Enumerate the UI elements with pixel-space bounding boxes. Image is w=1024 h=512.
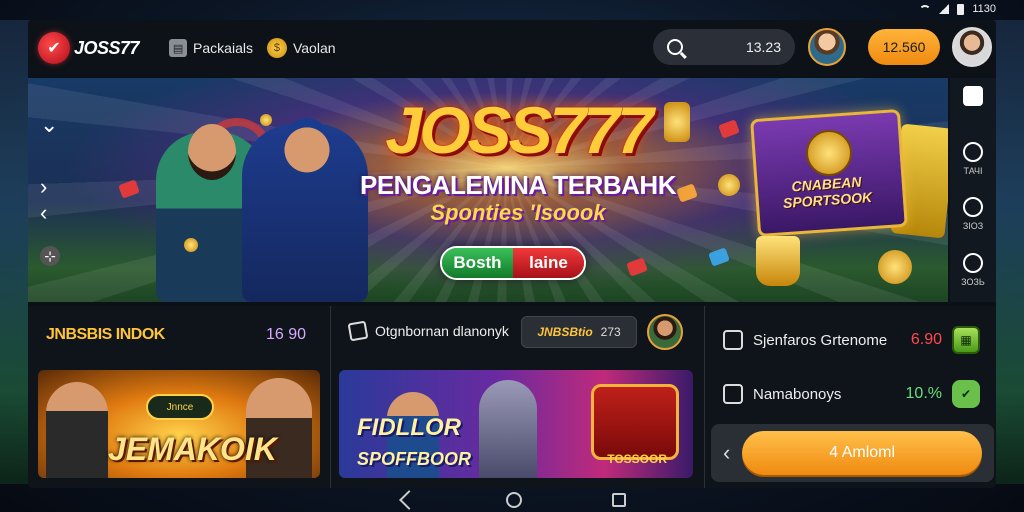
coin-icon: $ (266, 38, 287, 58)
section-stats: Sjenfaros Grtenome 6.90 ▦ Namabonoys 10.… (704, 306, 996, 488)
section-heading: Otgnbornan dlanonyk (347, 320, 509, 342)
search-value: 13.23 (745, 39, 781, 55)
stadium-backdrop-right (994, 20, 1024, 484)
app-window: ✔ JOSS77 ▤ Packaials $ Vaolan 13.23 12.5… (28, 20, 996, 488)
rail-label: ЗОЗЬ (961, 276, 985, 287)
athlete-head (282, 118, 332, 176)
hero-prev-icon[interactable]: ‹ (40, 200, 47, 226)
compass-icon (963, 252, 983, 273)
rail-item-2[interactable]: ЗІОЗ (963, 197, 983, 247)
right-rail: ТАЧІ ЗІОЗ ЗОЗЬ (950, 78, 996, 302)
stat-icon (723, 330, 743, 350)
signal-icon (939, 4, 950, 14)
hero-title: JOSS777 (385, 93, 653, 167)
player-avatar[interactable] (808, 28, 846, 66)
primary-action-button[interactable]: 4 Amloml (742, 431, 982, 475)
top-header: ✔ JOSS77 ▤ Packaials $ Vaolan 13.23 12.5… (28, 20, 996, 76)
filter-chip[interactable]: JNBSBtio 273 (521, 316, 637, 348)
rail-item-1[interactable]: ТАЧІ (963, 141, 983, 192)
android-nav-bar (0, 488, 1024, 512)
rail-item-home[interactable] (963, 86, 983, 136)
action-bar: ‹ 4 Amloml (711, 424, 994, 482)
cta-left-label: Bosth (442, 248, 513, 278)
header-nav: ▤ Packaials $ Vaolan (169, 38, 336, 58)
nav-item-vaolan[interactable]: $ Vaolan (266, 38, 336, 58)
coin-decoration (718, 174, 740, 196)
nav-back-icon[interactable] (399, 490, 419, 510)
badge-icon: ▦ (952, 326, 980, 354)
hero-cta-button[interactable]: Bosth laine (440, 246, 586, 280)
coin-decoration (184, 238, 198, 252)
rail-label: ТАЧІ (963, 165, 983, 176)
section-featured: JNBSBIS INDOK 16 90 Jnnce JEMAKOIK (28, 306, 326, 488)
status-time: 1130 (972, 3, 996, 15)
timer-icon (963, 197, 983, 217)
stat-value: 10.% (905, 385, 942, 402)
stat-value: 6.90 (910, 331, 942, 348)
check-badge-icon: ✔ (952, 380, 980, 408)
nav-item-packages[interactable]: ▤ Packaials (169, 39, 253, 57)
slot-machine-icon (591, 384, 679, 460)
stat-row[interactable]: Namabonoys 10.% ✔ (723, 380, 980, 408)
tile-badge: Jnnce (146, 394, 214, 420)
search-icon (667, 39, 683, 55)
edit-icon (347, 320, 369, 342)
coin-emblem-icon (806, 130, 852, 176)
nav-item-label: Vaolan (292, 40, 336, 56)
tile-label: JEMAKOIK (108, 431, 277, 467)
logo-icon: ✔ (38, 32, 70, 64)
hero-pin-icon[interactable]: ⊹ (40, 246, 60, 266)
nav-home-icon[interactable] (506, 492, 522, 508)
game-tile[interactable]: Jnnce JEMAKOIK (38, 370, 320, 478)
logo[interactable]: ✔ JOSS77 (38, 32, 140, 64)
section-title: JNBSBIS INDOK (46, 326, 165, 343)
coin-decoration (878, 250, 912, 284)
android-status-bar: 1130 (884, 0, 1024, 18)
logo-text: JOSS77 (74, 37, 140, 58)
stat-label: Namabonoys (753, 385, 842, 403)
section-sportsbook: Otgnbornan dlanonyk JNBSBtio 273 FIDLLOR… (330, 306, 700, 488)
rail-item-3[interactable]: ЗОЗЬ (961, 252, 985, 303)
search-bar[interactable]: 13.23 (653, 29, 795, 65)
hero-tagline: Sponties 'Isoook (430, 200, 606, 225)
profile-avatar[interactable] (952, 27, 992, 67)
stat-icon (723, 384, 743, 404)
nav-recents-icon[interactable] (612, 493, 626, 507)
section-avatar[interactable] (647, 314, 683, 350)
machine-label: TOSSOOR (607, 452, 667, 466)
stat-label: Sjenfaros Grtenome (753, 331, 888, 349)
balance-button[interactable]: 12.560 (868, 29, 940, 65)
tile-person (46, 382, 108, 478)
tile-label: FIDLLOR (357, 414, 461, 441)
tile-label: SPOFFBOOR (357, 449, 472, 469)
rail-label: ЗІОЗ (962, 221, 984, 231)
chip-label: JNBSBtio (537, 325, 593, 339)
hero-collapse-icon[interactable]: ⌄ (40, 112, 58, 138)
cup-decoration (664, 102, 690, 142)
section-heading-label: Otgnbornan dlanonyk (375, 323, 509, 339)
stadium-backdrop-left (0, 20, 30, 484)
chevron-left-icon[interactable]: ‹ (723, 440, 730, 466)
wifi-icon (919, 5, 932, 13)
athlete-head (188, 124, 236, 180)
box-icon: ▤ (169, 39, 188, 57)
game-tile[interactable]: FIDLLOR SPOFFBOOR TOSSOOR (339, 370, 693, 478)
section-count: 16 90 (265, 326, 306, 343)
hero-next-icon[interactable]: › (40, 174, 47, 200)
trophy-icon (756, 236, 800, 286)
stat-row[interactable]: Sjenfaros Grtenome 6.90 ▦ (723, 326, 980, 354)
bottom-panels: JNBSBIS INDOK 16 90 Jnnce JEMAKOIK Otgnb… (28, 306, 996, 488)
hero-subtitle: PENGALEMINA TERBAHK (360, 170, 676, 200)
square-icon (963, 86, 983, 106)
hero-banner[interactable]: ⌄ › ‹ ⊹ JOSS777 PENGALEMINA TERBAHK Spon… (28, 78, 948, 302)
battery-icon (957, 3, 965, 15)
nav-item-label: Packaials (193, 40, 253, 56)
tile-robot (479, 380, 537, 478)
cta-right-label: laine (513, 248, 584, 278)
chip-number: 273 (600, 325, 621, 339)
circle-icon (963, 141, 983, 162)
coin-decoration (260, 114, 272, 126)
